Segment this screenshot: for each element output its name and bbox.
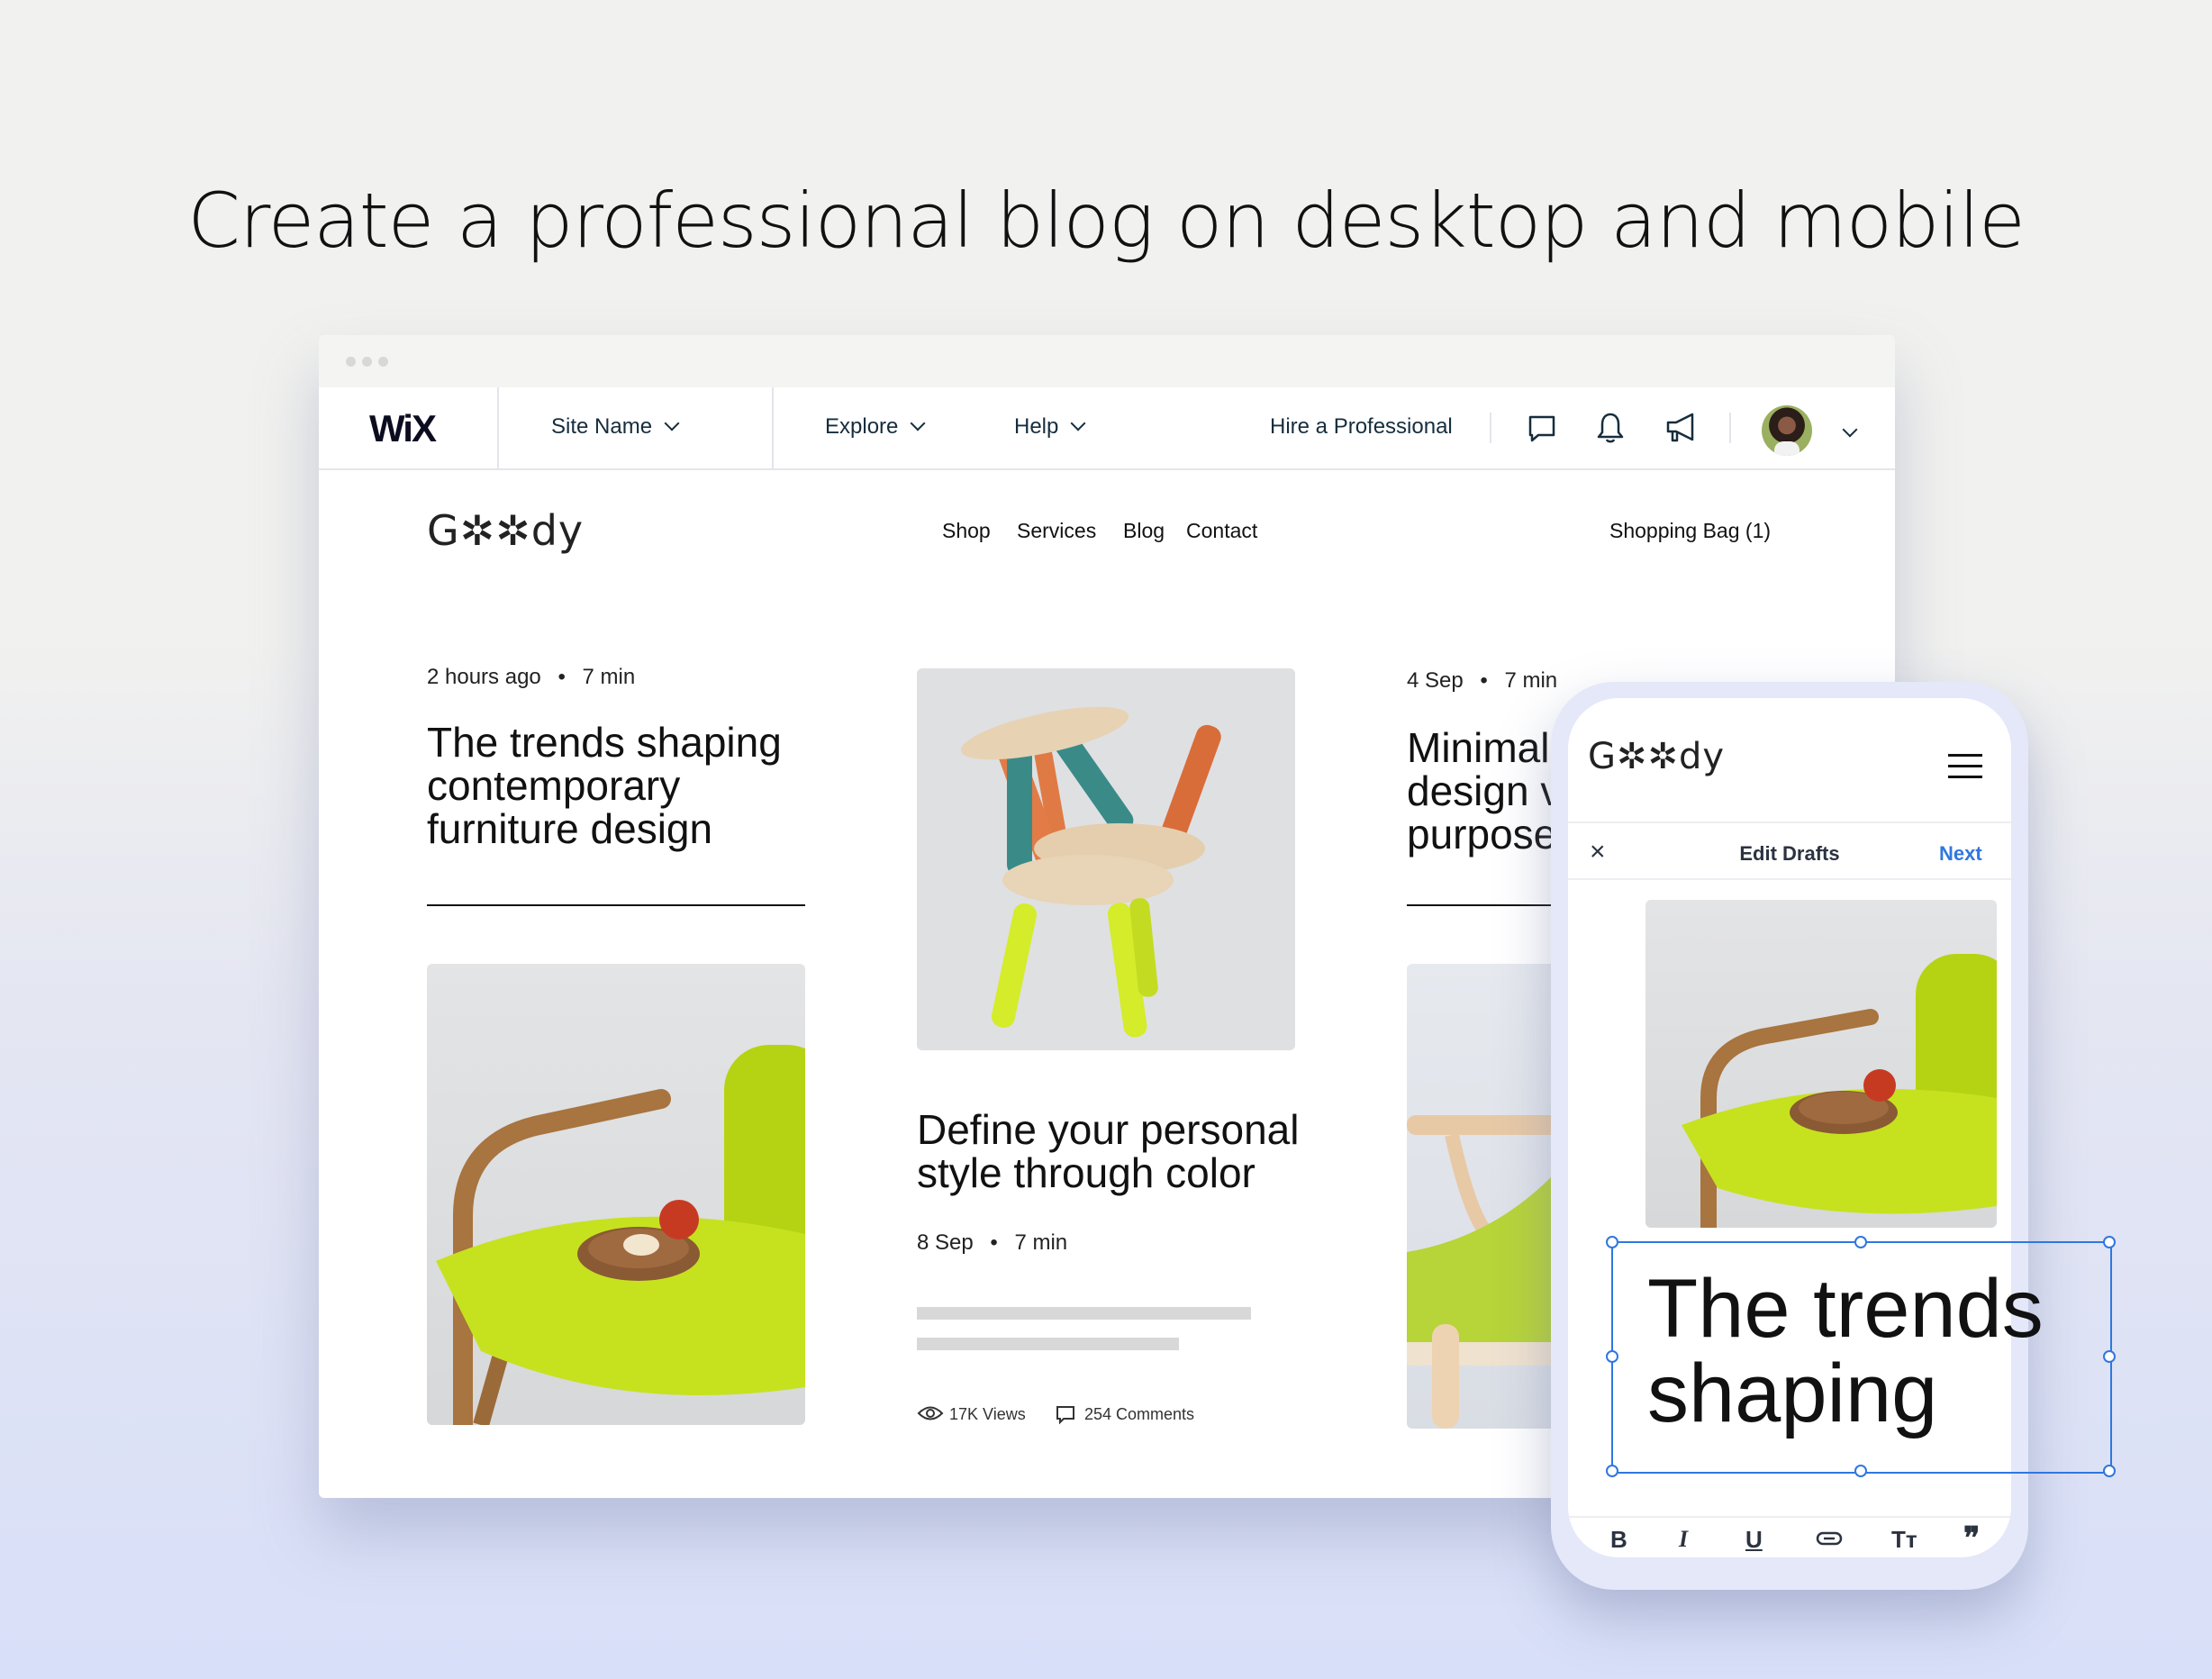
account-chevron-down-icon[interactable] [1842,422,1858,438]
read-time: 7 min [1504,668,1558,693]
post-meta: 8 Sep • 7 min [917,1230,1067,1256]
stool-illustration [960,706,1221,1038]
megaphone-icon[interactable] [1664,411,1699,445]
post-image-chair[interactable] [427,964,805,1425]
mobile-site-logo[interactable]: G✲✲dy [1588,736,1725,777]
title-line: Define your personal [917,1106,1300,1153]
chair-illustration [1682,954,1997,1228]
title-line: The trends [1647,1263,2044,1355]
post-image-stool[interactable] [917,668,1295,1050]
title-line: purpose [1407,811,1557,858]
chair-illustration [436,1045,805,1425]
link-icon[interactable] [1816,1529,1843,1547]
resize-handle[interactable] [2103,1236,2116,1248]
comments-count[interactable]: 254 Comments [1084,1405,1194,1424]
underline-button[interactable]: U [1745,1526,1763,1554]
title-line: The trends shaping [427,719,782,766]
site-nav-contact[interactable]: Contact [1186,519,1257,543]
site-name-label: Site Name [551,414,653,439]
meta-separator: • [990,1230,998,1255]
bold-button[interactable]: B [1610,1526,1627,1554]
explore-menu[interactable]: Explore [825,414,926,440]
wix-logo[interactable]: WiX [369,407,437,450]
site-logo[interactable]: G✲✲dy [427,506,584,555]
eye-icon [917,1406,944,1420]
title-line: shaping [1647,1348,1938,1439]
divider [1568,1516,2011,1518]
site-nav-shop[interactable]: Shop [942,519,991,543]
divider [1490,413,1491,443]
title-line: design v [1407,767,1562,814]
editing-title-text[interactable]: The trends shaping [1647,1266,2044,1436]
site-nav-blog[interactable]: Blog [1123,519,1165,543]
post-divider [427,904,805,906]
quote-button[interactable]: ❞ [1963,1520,1980,1556]
user-avatar[interactable] [1762,405,1812,456]
read-time: 7 min [582,665,636,689]
title-line: Minimal [1407,724,1550,771]
chevron-down-icon [664,415,680,431]
post-date: 8 Sep [917,1230,974,1255]
excerpt-placeholder [917,1338,1179,1350]
bell-icon[interactable] [1594,411,1627,445]
read-time: 7 min [1014,1230,1068,1255]
window-dot[interactable] [362,357,372,367]
resize-handle[interactable] [2103,1465,2116,1477]
post-title[interactable]: Define your personal style through color [917,1108,1299,1194]
site-nav-services[interactable]: Services [1017,519,1096,543]
post-title[interactable]: Minimal design v purpose [1407,726,1561,856]
resize-handle[interactable] [1854,1236,1867,1248]
meta-separator: • [558,665,566,689]
divider [497,387,499,468]
divider [772,387,774,468]
title-line: contemporary [427,762,681,809]
excerpt-placeholder [917,1307,1251,1320]
resize-handle[interactable] [1854,1465,1867,1477]
meta-separator: • [1480,668,1488,693]
post-date: 4 Sep [1407,668,1464,693]
title-line: style through color [917,1149,1256,1196]
help-label: Help [1014,414,1059,439]
resize-handle[interactable] [1606,1350,1618,1363]
comment-icon [1056,1406,1074,1425]
page-headline: Create a professional blog on desktop an… [187,177,2026,265]
views-count: 17K Views [949,1405,1026,1423]
divider [1568,878,2011,880]
shopping-bag-link[interactable]: Shopping Bag (1) [1609,519,1771,543]
help-menu[interactable]: Help [1014,414,1086,440]
chat-icon[interactable] [1526,413,1558,445]
resize-handle[interactable] [1606,1236,1618,1248]
italic-button[interactable]: I [1679,1526,1688,1553]
next-button[interactable]: Next [1939,842,1982,866]
resize-handle[interactable] [1606,1465,1618,1477]
title-line: furniture design [427,805,713,852]
post-title[interactable]: The trends shaping contemporary furnitur… [427,721,782,850]
explore-label: Explore [825,414,899,439]
site-name-dropdown[interactable]: Site Name [551,414,680,440]
hire-professional-link[interactable]: Hire a Professional [1270,414,1453,440]
hamburger-menu-icon[interactable] [1948,754,1982,786]
chevron-down-icon [910,415,926,431]
post-meta: 4 Sep • 7 min [1407,668,1557,694]
chevron-down-icon [1070,415,1086,431]
post-date: 2 hours ago [427,665,541,689]
draft-image[interactable] [1645,900,1997,1228]
resize-handle[interactable] [2103,1350,2116,1363]
text-size-button[interactable]: Tт [1891,1526,1917,1554]
browser-titlebar [319,335,1895,387]
window-dot[interactable] [378,357,388,367]
post-meta: 2 hours ago • 7 min [427,665,635,690]
window-dot[interactable] [346,357,356,367]
divider [1729,413,1731,443]
editor-navbar: WiX Site Name Explore Help Hire a Profes… [319,387,1895,470]
divider [1568,821,2011,823]
text-selection-box[interactable]: The trends shaping [1606,1236,2116,1477]
